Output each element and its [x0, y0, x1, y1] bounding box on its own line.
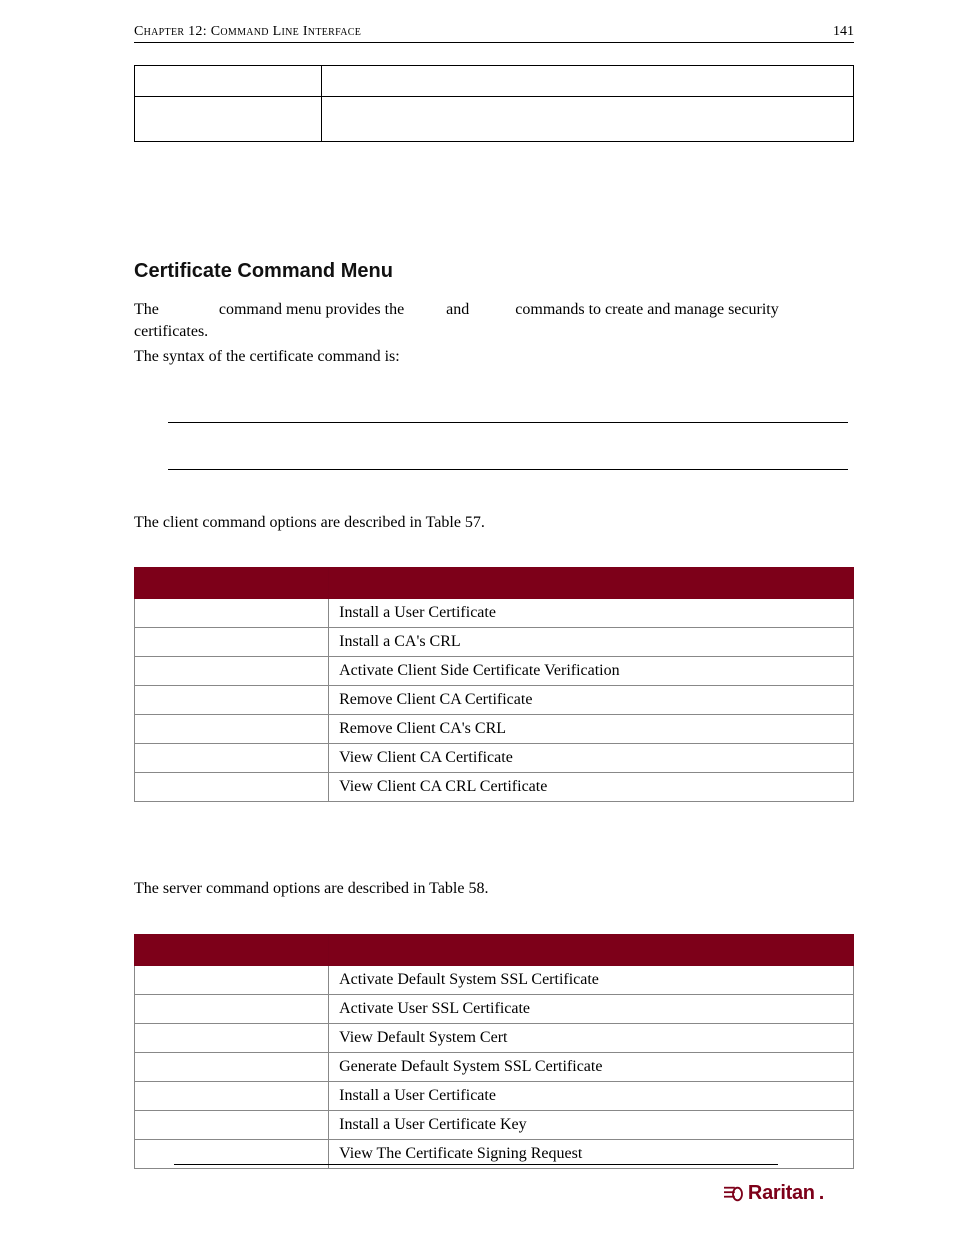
- footer-rule: [174, 1164, 778, 1165]
- syntax-rules-block: [168, 422, 848, 470]
- table-row: [135, 66, 854, 97]
- table-57: Install a User CertificateInstall a CA's…: [134, 567, 854, 802]
- intro-paragraph: The command menu provides the and comman…: [134, 299, 854, 342]
- table-cell-option: [135, 1052, 329, 1081]
- table-cell-option: [135, 1023, 329, 1052]
- table-cell-description: View Client CA CRL Certificate: [329, 773, 854, 802]
- table-header-cell: [135, 568, 329, 599]
- table-header-row: [135, 934, 854, 965]
- table-row: Install a User Certificate: [135, 599, 854, 628]
- server-options-intro: The server command options are described…: [134, 878, 854, 900]
- table-cell-description: Install a User Certificate: [329, 599, 854, 628]
- table-header-cell: [329, 568, 854, 599]
- text-fragment: The: [134, 301, 163, 318]
- table-cell-description: Install a User Certificate: [329, 1081, 854, 1110]
- table-row: Remove Client CA Certificate: [135, 686, 854, 715]
- horizontal-rule: [168, 469, 848, 470]
- table-row: View Client CA Certificate: [135, 744, 854, 773]
- table-cell-description: Generate Default System SSL Certificate: [329, 1052, 854, 1081]
- text-fragment: command menu provides the: [219, 301, 408, 318]
- table-cell-option: [135, 686, 329, 715]
- table-cell-option: [135, 715, 329, 744]
- table-cell-option: [135, 744, 329, 773]
- table-cell-description: Activate Default System SSL Certificate: [329, 965, 854, 994]
- table-cell-description: Activate Client Side Certificate Verific…: [329, 657, 854, 686]
- table-cell-description: Remove Client CA's CRL: [329, 715, 854, 744]
- table-header-cell: [329, 934, 854, 965]
- table-row: Install a CA's CRL: [135, 628, 854, 657]
- brand-logo-block: Raritan.: [722, 1182, 824, 1205]
- page-number: 141: [833, 24, 854, 40]
- table-cell-option: [135, 657, 329, 686]
- running-header: Chapter 12: Command Line Interface 141: [134, 24, 854, 43]
- table-cell-description: Remove Client CA Certificate: [329, 686, 854, 715]
- table-cell-option: [135, 1110, 329, 1139]
- table-row: Install a User Certificate: [135, 1081, 854, 1110]
- table-cell-option: [135, 599, 329, 628]
- text-fragment: and: [446, 301, 473, 318]
- table-row: Activate Client Side Certificate Verific…: [135, 657, 854, 686]
- table-row: [135, 97, 854, 142]
- empty-table-top: [134, 65, 854, 142]
- table-cell-option: [135, 773, 329, 802]
- table-cell-description: View Default System Cert: [329, 1023, 854, 1052]
- table-cell-option: [135, 628, 329, 657]
- table-header-cell: [135, 934, 329, 965]
- table-row: Activate User SSL Certificate: [135, 994, 854, 1023]
- table-header-row: [135, 568, 854, 599]
- table-cell-description: Install a CA's CRL: [329, 628, 854, 657]
- table-row: View Default System Cert: [135, 1023, 854, 1052]
- table-cell-option: [135, 994, 329, 1023]
- raritan-logo-icon: [722, 1185, 744, 1203]
- section-heading: Certificate Command Menu: [134, 260, 854, 283]
- table-row: Remove Client CA's CRL: [135, 715, 854, 744]
- table-58: Activate Default System SSL CertificateA…: [134, 934, 854, 1169]
- table-row: Generate Default System SSL Certificate: [135, 1052, 854, 1081]
- client-options-intro: The client command options are described…: [134, 512, 854, 534]
- table-cell-description: Activate User SSL Certificate: [329, 994, 854, 1023]
- brand-name: Raritan: [748, 1182, 815, 1205]
- table-row: View Client CA CRL Certificate: [135, 773, 854, 802]
- table-row: Activate Default System SSL Certificate: [135, 965, 854, 994]
- table-cell-option: [135, 965, 329, 994]
- page: Chapter 12: Command Line Interface 141 C…: [0, 0, 954, 1235]
- syntax-intro: The syntax of the certificate command is…: [134, 346, 854, 368]
- table-cell-description: Install a User Certificate Key: [329, 1110, 854, 1139]
- table-cell-description: View Client CA Certificate: [329, 744, 854, 773]
- table-cell-option: [135, 1081, 329, 1110]
- table-row: Install a User Certificate Key: [135, 1110, 854, 1139]
- brand-dot: .: [819, 1182, 824, 1205]
- chapter-title: Chapter 12: Command Line Interface: [134, 24, 361, 40]
